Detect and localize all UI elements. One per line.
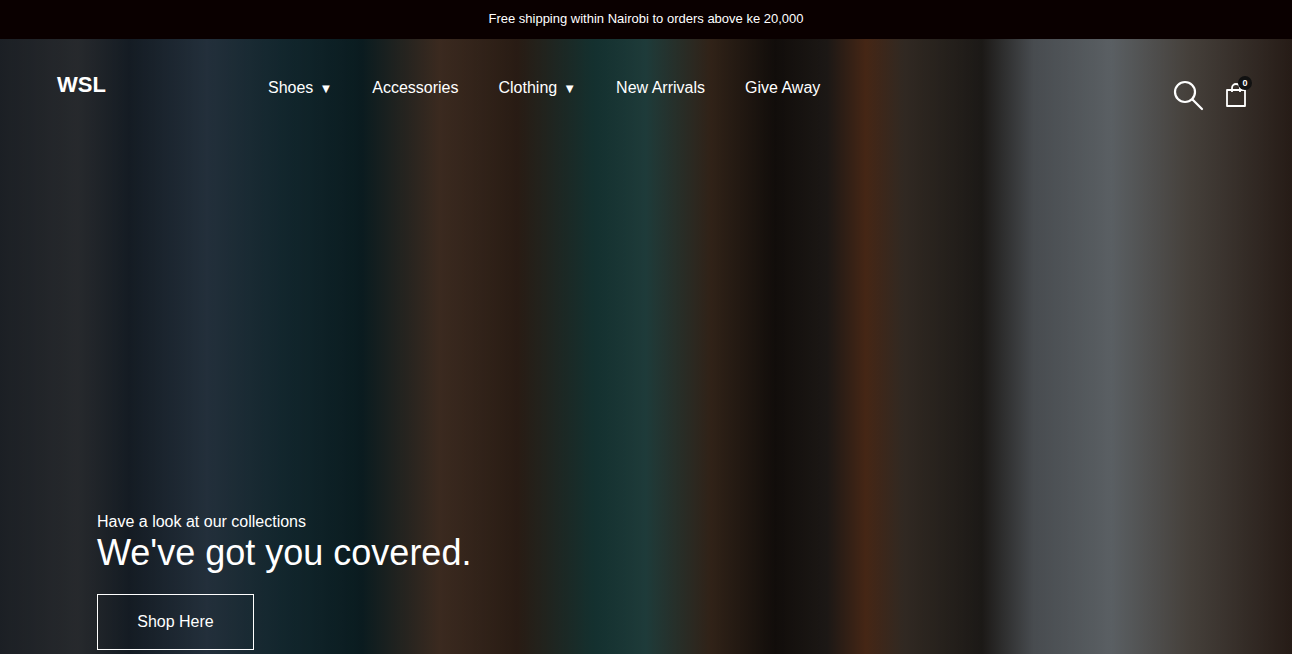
shop-button[interactable]: Shop Here: [97, 594, 254, 650]
announcement-bar: Free shipping within Nairobi to orders a…: [0, 0, 1292, 39]
hero-subtitle: Have a look at our collections: [97, 513, 306, 531]
caret-icon: ▼: [319, 81, 332, 96]
hero-content: Have a look at our collectionsWe've got …: [0, 513, 1292, 654]
search-button[interactable]: [1172, 79, 1204, 111]
hero: WSLShoes▼ Accessories Clothing▼ New Arrival…: [0, 39, 1292, 654]
logo[interactable]: WSL: [57, 72, 268, 98]
cart-button[interactable]: 0: [1224, 82, 1248, 108]
header: WSLShoes▼ Accessories Clothing▼ New Arrival…: [0, 39, 1292, 111]
nav-item[interactable]: Give Away: [745, 73, 820, 103]
search-icon: [1172, 79, 1204, 111]
page: Free shipping within Nairobi to orders a…: [0, 0, 1292, 654]
cart-count-badge: 0: [1238, 76, 1252, 90]
nav-item[interactable]: Accessories: [372, 73, 458, 103]
caret-icon: ▼: [563, 81, 576, 96]
hero-title: We've got you covered.: [97, 531, 471, 574]
nav-item[interactable]: Shoes▼: [268, 73, 332, 103]
main-nav: Shoes▼ Accessories Clothing▼ New Arrivals Gi…: [268, 73, 1172, 103]
header-icons: 0: [1172, 79, 1248, 111]
nav-item[interactable]: New Arrivals: [616, 73, 705, 103]
nav-item[interactable]: Clothing▼: [499, 73, 577, 103]
